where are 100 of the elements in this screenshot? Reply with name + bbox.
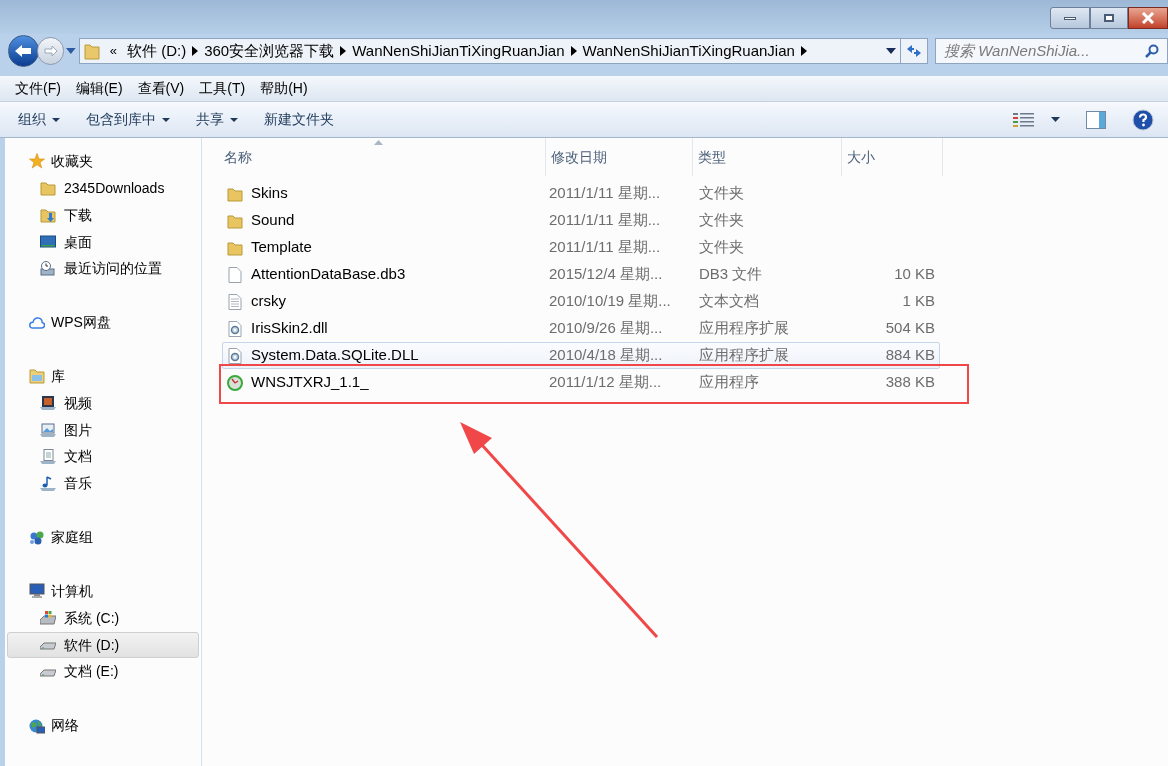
folder-icon xyxy=(227,212,243,229)
column-header[interactable]: 类型 xyxy=(698,146,726,168)
folder-icon xyxy=(227,239,243,256)
file-type: 文本文档 xyxy=(699,292,759,310)
sidebar-item[interactable]: 下载 xyxy=(7,201,199,229)
gear-file-icon xyxy=(227,347,243,364)
desktop-icon xyxy=(40,234,56,251)
menu-item[interactable]: 查看(V) xyxy=(130,76,192,101)
computer-icon xyxy=(29,583,45,600)
folder-icon xyxy=(227,185,243,202)
overflow-chevron[interactable]: « xyxy=(109,41,117,61)
minimize-button[interactable] xyxy=(1050,7,1090,29)
file-row[interactable]: crsky 2010/10/19 星期... 文本文档 1 KB xyxy=(222,288,940,315)
text-file-icon xyxy=(227,293,243,310)
file-row[interactable]: Sound 2011/1/11 星期... 文件夹 xyxy=(222,207,940,234)
system-drive-icon xyxy=(40,610,56,627)
sidebar-item[interactable]: 系统 (C:) xyxy=(7,604,199,632)
toolbar-button[interactable]: 包含到库中 xyxy=(82,105,174,134)
modified-date: 2011/1/11 星期... xyxy=(549,184,661,202)
recent-places-icon xyxy=(40,260,56,277)
history-dropdown-icon[interactable] xyxy=(66,48,76,54)
minimize-icon xyxy=(1064,16,1076,20)
refresh-button[interactable] xyxy=(900,38,928,64)
file-type: 文件夹 xyxy=(699,238,744,256)
maximize-button[interactable] xyxy=(1090,7,1128,29)
dropdown-icon[interactable] xyxy=(885,48,896,54)
file-type: DB3 文件 xyxy=(699,265,763,283)
clock-app-icon xyxy=(227,374,243,391)
breadcrumb[interactable]: 软件 (D:) xyxy=(127,39,187,63)
sidebar-item[interactable]: 软件 (D:) xyxy=(7,631,199,659)
pictures-library-icon xyxy=(40,422,56,439)
cloud-icon xyxy=(29,314,45,331)
sort-arrow-icon xyxy=(374,140,383,145)
sidebar-item[interactable]: 最近访问的位置 xyxy=(7,255,199,283)
menu-item[interactable]: 文件(F) xyxy=(8,76,68,101)
file-row[interactable]: AttentionDataBase.db3 2015/12/4 星期... DB3 文件 10 KB xyxy=(222,261,940,288)
file-size: 884 KB xyxy=(885,345,935,366)
file-row[interactable]: System.Data.SQLite.DLL 2010/4/18 星期... 应用程序扩展 884 KB xyxy=(222,342,940,369)
sidebar-item[interactable]: 文档 xyxy=(7,443,199,471)
sidebar-item[interactable]: 音乐 xyxy=(7,470,199,498)
back-button[interactable] xyxy=(8,35,39,67)
help-icon[interactable] xyxy=(1132,108,1154,131)
homegroup-icon xyxy=(29,529,45,546)
file-size: 10 KB xyxy=(894,264,935,285)
chevron-icon[interactable] xyxy=(192,46,199,56)
sidebar-item[interactable]: 桌面 xyxy=(7,228,199,256)
forward-arrow-icon xyxy=(43,45,58,57)
sidebar-item[interactable]: 家庭组 xyxy=(5,524,199,551)
file-type: 文件夹 xyxy=(699,184,744,202)
chevron-icon[interactable] xyxy=(800,46,807,56)
sidebar-item[interactable]: 计算机 xyxy=(5,577,199,605)
video-library-icon xyxy=(40,395,56,412)
file-row[interactable]: Template 2011/1/11 星期... 文件夹 xyxy=(222,234,940,261)
file-size: 504 KB xyxy=(885,318,935,339)
breadcrumb[interactable]: WanNenShiJianTiXingRuanJian xyxy=(352,39,565,63)
sidebar-item[interactable]: 库 xyxy=(5,362,199,390)
music-library-icon xyxy=(40,475,56,492)
gear-file-icon xyxy=(227,320,243,337)
modified-date: 2010/10/19 星期... xyxy=(549,292,671,310)
sidebar-item[interactable]: 视频 xyxy=(7,389,199,417)
chevron-icon[interactable] xyxy=(570,46,577,56)
search-field[interactable]: 搜索 WanNenShiJia... xyxy=(935,38,1168,64)
dropdown-icon[interactable] xyxy=(1051,117,1060,122)
documents-library-icon xyxy=(40,449,56,465)
file-name: crsky xyxy=(251,291,286,312)
file-name: WNSJTXRJ_1.1_ xyxy=(251,372,369,393)
chevron-icon[interactable] xyxy=(340,46,347,56)
sidebar-item[interactable]: 收藏夹 xyxy=(5,148,199,175)
menu-item[interactable]: 编辑(E) xyxy=(68,76,130,101)
breadcrumb[interactable]: WanNenShiJianTiXingRuanJian xyxy=(582,39,795,63)
sidebar-item[interactable]: 图片 xyxy=(7,416,199,444)
view-options-icon[interactable] xyxy=(1013,111,1035,128)
network-icon xyxy=(29,717,45,734)
modified-date: 2015/12/4 星期... xyxy=(549,265,663,283)
preview-pane-icon[interactable] xyxy=(1086,110,1106,129)
back-arrow-icon xyxy=(14,44,33,58)
file-row[interactable]: Skins 2011/1/11 星期... 文件夹 xyxy=(222,180,940,207)
column-header[interactable]: 名称 xyxy=(224,146,252,168)
toolbar-button[interactable]: 组织 xyxy=(14,105,64,134)
sidebar-item[interactable]: 网络 xyxy=(5,712,199,740)
download-folder-icon xyxy=(40,207,56,224)
column-header[interactable]: 修改日期 xyxy=(551,146,607,168)
file-type: 应用程序 xyxy=(699,373,759,391)
address-bar[interactable]: « 软件 (D:) 360安全浏览器下载 WanNenShiJianTiXingRuanJian WanNenShiJianTiXingRuanJian xyxy=(78,38,901,64)
file-row[interactable]: IrisSkin2.dll 2010/9/26 星期... 应用程序扩展 504 KB xyxy=(222,315,940,342)
breadcrumb[interactable]: 360安全浏览器下载 xyxy=(204,39,335,63)
sidebar-item[interactable]: 文档 (E:) xyxy=(7,658,199,686)
search-icon xyxy=(1145,44,1159,58)
file-row[interactable]: WNSJTXRJ_1.1_ 2011/1/12 星期... 应用程序 388 KB xyxy=(222,369,940,396)
sidebar-item[interactable]: WPS网盘 xyxy=(5,309,199,337)
toolbar-button[interactable]: 新建文件夹 xyxy=(260,105,338,134)
menu-item[interactable]: 帮助(H) xyxy=(253,76,315,101)
folder-icon xyxy=(83,42,100,60)
file-name: Template xyxy=(251,237,312,258)
close-button[interactable] xyxy=(1128,7,1168,29)
column-header[interactable]: 大小 xyxy=(847,146,875,168)
menu-item[interactable]: 工具(T) xyxy=(192,76,253,101)
file-name: IrisSkin2.dll xyxy=(251,318,328,339)
sidebar-item[interactable]: 2345Downloads xyxy=(7,174,199,202)
toolbar-button[interactable]: 共享 xyxy=(192,105,242,134)
